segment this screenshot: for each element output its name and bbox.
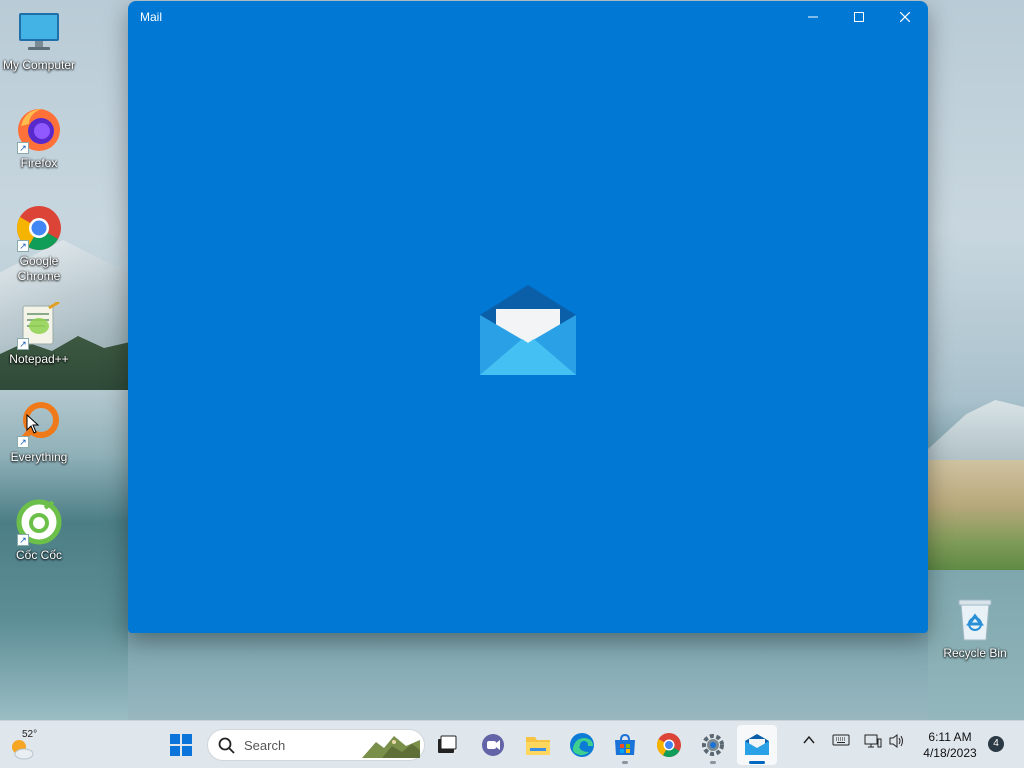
desktop-icon-recycle-bin[interactable]: Recycle Bin: [937, 596, 1013, 661]
task-view-button[interactable]: [427, 725, 467, 765]
desktop-icon-firefox[interactable]: ↗ Firefox: [1, 106, 77, 171]
active-indicator: [749, 761, 765, 764]
desktop-icon-my-computer[interactable]: My Computer: [1, 8, 77, 73]
chrome-icon: [656, 733, 681, 758]
weather-widget[interactable]: 52°: [8, 729, 44, 761]
chrome-icon: ↗: [15, 204, 63, 252]
file-explorer-button[interactable]: [518, 725, 558, 765]
input-indicator-button[interactable]: [832, 733, 850, 752]
start-button[interactable]: [161, 725, 201, 765]
gear-icon: [702, 734, 724, 756]
task-view-icon: [438, 735, 457, 753]
taskbar-search-box[interactable]: Search: [207, 729, 425, 761]
mail-envelope-icon: [478, 281, 578, 381]
show-hidden-icons-button[interactable]: [802, 733, 816, 752]
chrome-button[interactable]: [649, 725, 689, 765]
minimize-icon: [808, 16, 818, 18]
taskbar-clock[interactable]: 6:11 AM 4/18/2023: [914, 729, 986, 761]
wallpaper-field-right: [928, 460, 1024, 570]
coc-coc-icon: ↗: [15, 498, 63, 546]
mail-taskbar-button[interactable]: [737, 725, 777, 765]
shortcut-arrow-icon: ↗: [17, 142, 29, 154]
mail-window[interactable]: Mail: [128, 1, 928, 633]
weather-temperature: 52°: [22, 729, 38, 740]
recycle-bin-icon: [951, 596, 999, 644]
taskbar: 52° Search 6:11 AM 4/18/2023 4: [0, 720, 1024, 768]
teams-chat-button[interactable]: [473, 725, 513, 765]
shortcut-arrow-icon: ↗: [17, 338, 29, 350]
chevron-up-icon: [803, 735, 815, 744]
microsoft-store-button[interactable]: [605, 725, 645, 765]
firefox-icon: ↗: [15, 106, 63, 154]
desktop-icon-label: Everything: [10, 450, 68, 464]
chat-icon: [482, 734, 504, 756]
mouse-cursor-icon: [26, 413, 40, 439]
network-button[interactable]: [864, 733, 882, 754]
desktop-icon-label: Cốc Cốc: [15, 548, 62, 562]
minimize-button[interactable]: [790, 1, 836, 33]
title-bar[interactable]: Mail: [128, 1, 928, 33]
desktop-icon-label: Google Chrome: [17, 254, 61, 283]
desktop-icon-label: My Computer: [2, 58, 76, 72]
desktop-icon-label: Firefox: [20, 156, 58, 170]
clock-date: 4/18/2023: [923, 746, 977, 760]
running-indicator: [710, 761, 716, 764]
windows-logo-icon: [170, 734, 192, 756]
notepad-plus-plus-icon: ↗: [15, 300, 63, 350]
maximize-button[interactable]: [836, 1, 882, 33]
settings-button[interactable]: [693, 725, 733, 765]
desktop-icon-notepad-plus-plus[interactable]: ↗ Notepad++: [1, 300, 77, 367]
clock-time: 6:11 AM: [928, 730, 972, 744]
maximize-icon: [854, 12, 864, 22]
edge-button[interactable]: [562, 725, 602, 765]
notification-badge[interactable]: 4: [988, 736, 1004, 752]
network-icon: [864, 734, 882, 748]
close-icon: [900, 12, 910, 22]
desktop-icon-google-chrome[interactable]: ↗ Google Chrome: [1, 204, 77, 284]
desktop-icon-label: Notepad++: [9, 352, 69, 366]
search-placeholder: Search: [244, 738, 286, 753]
folder-icon: [526, 737, 550, 755]
monitor-icon: [15, 8, 63, 56]
search-icon: [218, 737, 235, 754]
store-icon: [615, 733, 635, 755]
wallpaper-mountain-right: [928, 400, 1024, 470]
shortcut-arrow-icon: ↗: [17, 534, 29, 546]
desktop-icon-label: Recycle Bin: [943, 646, 1007, 660]
volume-icon: [889, 734, 903, 748]
mail-icon: [745, 734, 769, 755]
edge-icon: [570, 733, 594, 757]
close-button[interactable]: [882, 1, 928, 33]
keyboard-icon: [832, 734, 850, 746]
search-highlight-mountain-icon: [362, 736, 420, 758]
shortcut-arrow-icon: ↗: [17, 240, 29, 252]
volume-button[interactable]: [888, 733, 906, 754]
running-indicator: [622, 761, 628, 764]
window-title: Mail: [140, 10, 163, 24]
desktop-icon-coc-coc[interactable]: ↗ Cốc Cốc: [1, 498, 77, 563]
